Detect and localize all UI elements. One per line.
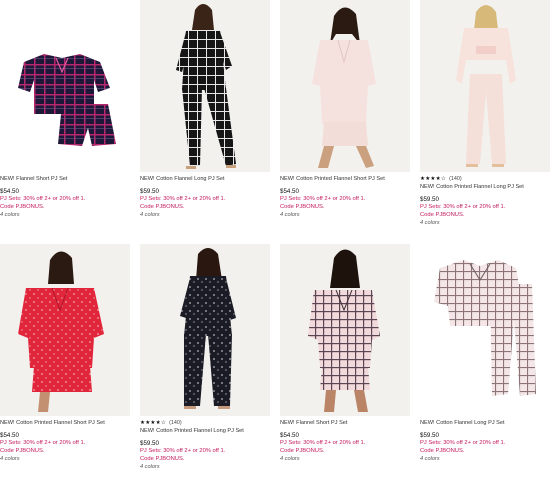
promo-code: Code PJBONUS. [420, 447, 465, 454]
promo-text: PJ Sets: 30% off 2+ or 20% off 1. [140, 196, 226, 202]
product-image[interactable] [0, 244, 130, 416]
review-count[interactable]: (140) [169, 419, 182, 427]
product-card[interactable]: NEW! Cotton Printed Flannel Short PJ Set… [280, 0, 410, 219]
promo-code: Code PJBONUS. [140, 203, 185, 210]
promo-code: Code PJBONUS. [280, 447, 325, 454]
product-price: $59.50 [140, 440, 159, 447]
product-card[interactable]: NEW! Flannel Short PJ Set $54.50 PJ Sets… [280, 244, 410, 463]
product-name[interactable]: NEW! Cotton Printed Flannel Long PJ Set [420, 184, 550, 191]
product-image[interactable] [140, 244, 270, 416]
product-image[interactable] [420, 0, 550, 172]
product-image[interactable] [420, 244, 550, 416]
promo-text: PJ Sets: 30% off 2+ or 20% off 1. [0, 196, 86, 202]
rating-stars: ★★★★☆ [420, 176, 447, 182]
product-price: $54.50 [280, 188, 299, 195]
product-image[interactable] [280, 244, 410, 416]
promo-text: PJ Sets: 30% off 2+ or 20% off 1. [140, 448, 226, 454]
product-price: $54.50 [280, 432, 299, 439]
product-name[interactable]: NEW! Flannel Short PJ Set [280, 420, 410, 427]
color-count[interactable]: 4 colors [140, 211, 270, 219]
rating[interactable]: ★★★★☆ (140) [420, 175, 550, 183]
color-count[interactable]: 4 colors [420, 455, 550, 463]
promo-code: Code PJBONUS. [420, 211, 465, 218]
rating[interactable]: ★★★★☆ (140) [140, 419, 270, 427]
color-count[interactable]: 4 colors [0, 455, 130, 463]
product-name[interactable]: NEW! Cotton Printed Flannel Short PJ Set [0, 420, 130, 427]
product-price: $59.50 [140, 188, 159, 195]
promo-text: PJ Sets: 30% off 2+ or 20% off 1. [0, 440, 86, 446]
color-count[interactable]: 4 colors [420, 219, 550, 227]
product-card[interactable]: ★★★★☆ (140) NEW! Cotton Printed Flannel … [140, 244, 270, 471]
product-card[interactable]: NEW! Cotton Flannel Long PJ Set $59.50 P… [140, 0, 270, 219]
promo-code: Code PJBONUS. [140, 455, 185, 462]
product-price: $59.50 [420, 432, 439, 439]
promo-text: PJ Sets: 30% off 2+ or 20% off 1. [420, 440, 506, 446]
product-name[interactable]: NEW! Cotton Flannel Long PJ Set [140, 176, 270, 183]
promo-code: Code PJBONUS. [0, 203, 45, 210]
promo-code: Code PJBONUS. [0, 447, 45, 454]
promo-text: PJ Sets: 30% off 2+ or 20% off 1. [280, 196, 366, 202]
color-count[interactable]: 4 colors [280, 455, 410, 463]
product-image[interactable] [0, 0, 130, 172]
product-price: $54.50 [0, 188, 19, 195]
product-price: $54.50 [0, 432, 19, 439]
product-card[interactable]: ★★★★☆ (140) NEW! Cotton Printed Flannel … [420, 0, 550, 227]
color-count[interactable]: 4 colors [140, 463, 270, 471]
product-card[interactable]: NEW! Flannel Short PJ Set $54.50 PJ Sets… [0, 0, 130, 219]
promo-text: PJ Sets: 30% off 2+ or 20% off 1. [420, 204, 506, 210]
product-image[interactable] [280, 0, 410, 172]
product-name[interactable]: NEW! Cotton Flannel Long PJ Set [420, 420, 550, 427]
product-name[interactable]: NEW! Flannel Short PJ Set [0, 176, 130, 183]
product-name[interactable]: NEW! Cotton Printed Flannel Long PJ Set [140, 428, 270, 435]
color-count[interactable]: 4 colors [0, 211, 130, 219]
review-count[interactable]: (140) [449, 175, 462, 183]
rating-stars: ★★★★☆ [140, 420, 167, 426]
product-card[interactable]: NEW! Cotton Printed Flannel Short PJ Set… [0, 244, 130, 463]
color-count[interactable]: 4 colors [280, 211, 410, 219]
promo-code: Code PJBONUS. [280, 203, 325, 210]
product-image[interactable] [140, 0, 270, 172]
product-name[interactable]: NEW! Cotton Printed Flannel Short PJ Set [280, 176, 410, 183]
promo-text: PJ Sets: 30% off 2+ or 20% off 1. [280, 440, 366, 446]
product-grid: NEW! Flannel Short PJ Set $54.50 PJ Sets… [0, 0, 550, 477]
product-price: $59.50 [420, 196, 439, 203]
product-card[interactable]: NEW! Cotton Flannel Long PJ Set $59.50 P… [420, 244, 550, 463]
